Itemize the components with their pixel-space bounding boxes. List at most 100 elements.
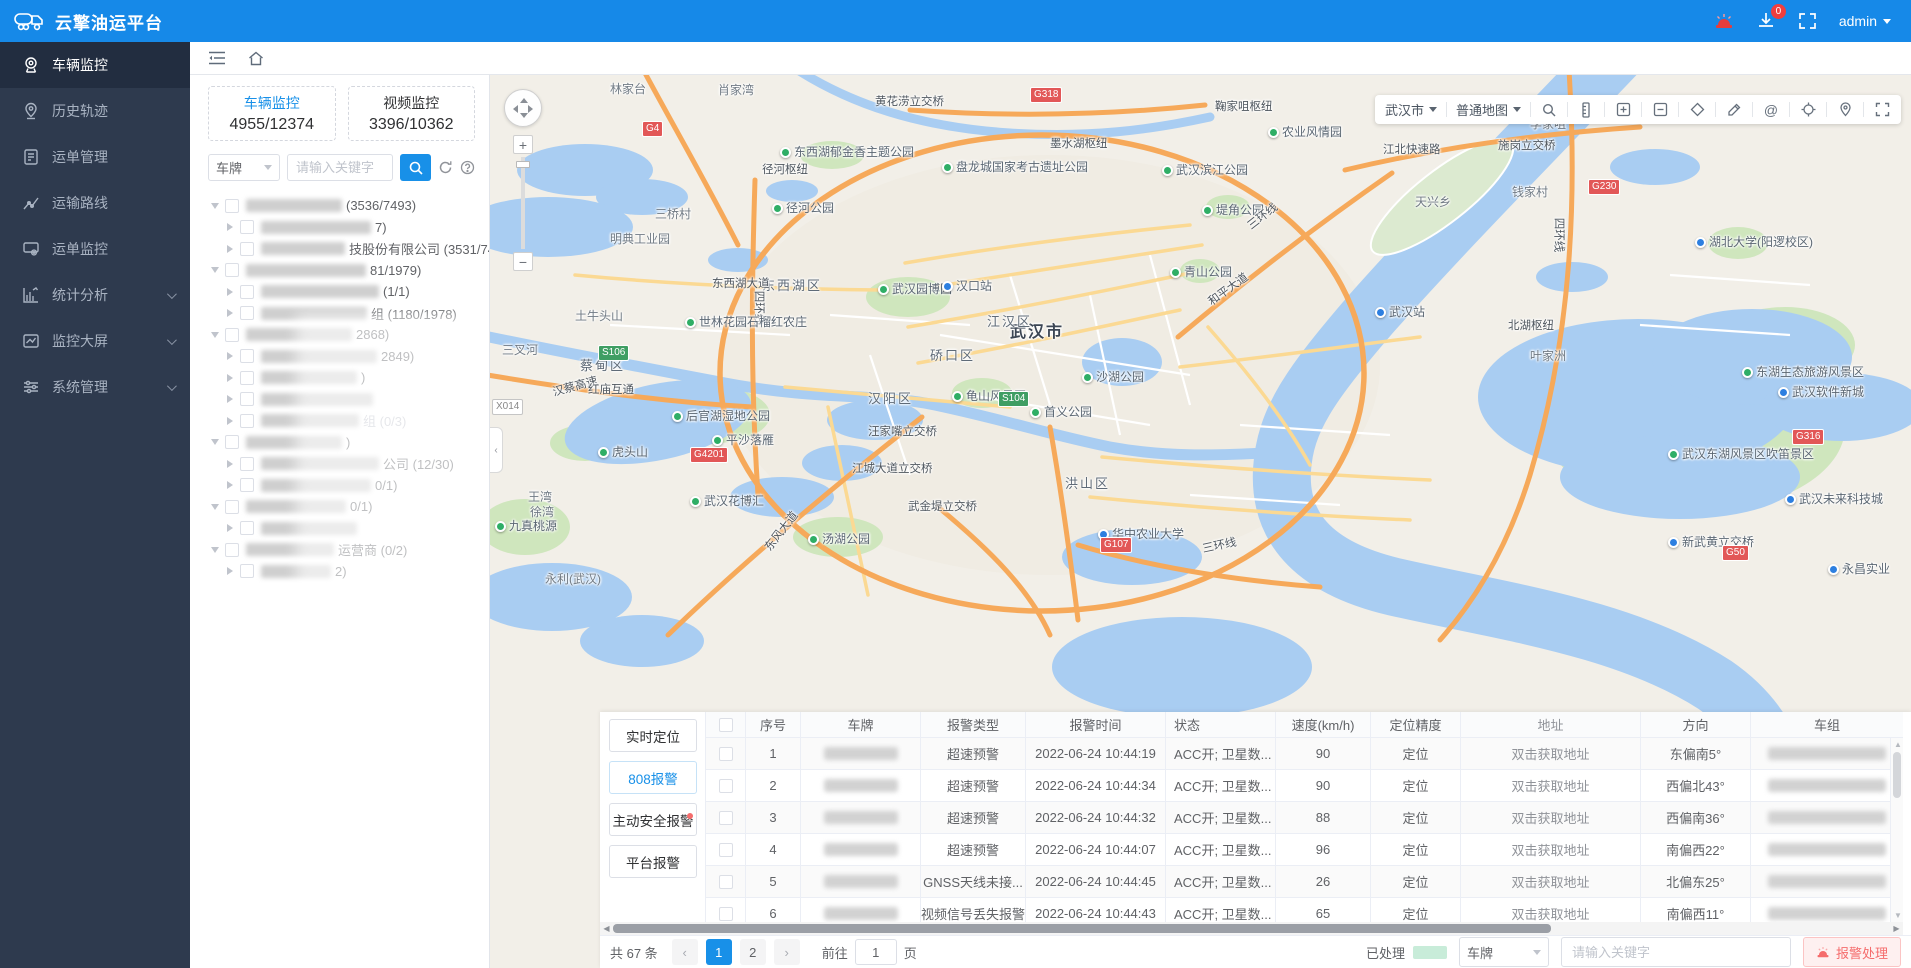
- tree-node[interactable]: ): [208, 432, 483, 454]
- tree-node[interactable]: ): [208, 367, 483, 389]
- panel-collapse-handle[interactable]: ‹: [490, 427, 503, 473]
- tree-node[interactable]: [208, 518, 483, 540]
- overview-icon[interactable]: @: [1762, 101, 1780, 119]
- table-row[interactable]: 6 视频信号丢失报警 2022-06-24 10:44:43 ACC开; 卫星数…: [706, 898, 1903, 922]
- collapse-menu-icon[interactable]: [208, 51, 226, 65]
- refresh-icon[interactable]: [438, 160, 453, 175]
- table-row[interactable]: 3 超速预警 2022-06-24 10:44:32 ACC开; 卫星数... …: [706, 802, 1903, 834]
- measure-ruler-icon[interactable]: [1577, 101, 1595, 119]
- column-header[interactable]: 地址: [1461, 712, 1641, 737]
- tree-node[interactable]: 2): [208, 561, 483, 583]
- tree-node[interactable]: [208, 389, 483, 411]
- siren-icon[interactable]: [1714, 12, 1734, 30]
- user-menu[interactable]: admin: [1839, 13, 1891, 29]
- tree-checkbox[interactable]: [225, 328, 239, 342]
- scroll-down-icon[interactable]: ▼: [1894, 911, 1902, 920]
- tree-expander-icon[interactable]: [223, 395, 237, 403]
- row-checkbox[interactable]: [719, 875, 733, 889]
- sidebar-item-waybill-monitor[interactable]: 运单监控: [0, 226, 190, 272]
- pan-left-icon[interactable]: [509, 105, 518, 113]
- column-header[interactable]: 车牌: [801, 712, 921, 737]
- tree-node[interactable]: 2868): [208, 324, 483, 346]
- tree-checkbox[interactable]: [225, 199, 239, 213]
- map-zoom-out-button[interactable]: −: [513, 252, 533, 271]
- zoom-out-icon[interactable]: [1651, 101, 1669, 119]
- alarm-tab[interactable]: 主动安全报警: [609, 803, 697, 836]
- table-row[interactable]: 1 超速预警 2022-06-24 10:44:19 ACC开; 卫星数... …: [706, 738, 1903, 770]
- sidebar-item-monitor-screen[interactable]: 监控大屏: [0, 318, 190, 364]
- tree-checkbox[interactable]: [240, 457, 254, 471]
- tree-expander-icon[interactable]: [223, 567, 237, 575]
- tree-checkbox[interactable]: [240, 414, 254, 428]
- tree-checkbox[interactable]: [225, 263, 239, 277]
- fullscreen-icon[interactable]: [1798, 12, 1817, 30]
- pan-up-icon[interactable]: [520, 94, 528, 103]
- tree-node[interactable]: 7): [208, 217, 483, 239]
- search-type-select[interactable]: 车牌: [208, 154, 280, 181]
- vertical-scroll-thumb[interactable]: [1893, 752, 1901, 798]
- row-checkbox[interactable]: [719, 779, 733, 793]
- zoom-in-icon[interactable]: [1614, 101, 1632, 119]
- cell-address[interactable]: 双击获取地址: [1461, 866, 1641, 897]
- tree-checkbox[interactable]: [240, 521, 254, 535]
- tree-expander-icon[interactable]: [223, 223, 237, 231]
- scroll-up-icon[interactable]: ▲: [1894, 740, 1902, 749]
- marker-pin-icon[interactable]: [1836, 101, 1854, 119]
- tree-node[interactable]: 运营商 (0/2): [208, 539, 483, 561]
- keyword-input[interactable]: [287, 154, 393, 181]
- tree-node[interactable]: (3536/7493): [208, 195, 483, 217]
- tree-expander-icon[interactable]: [208, 331, 222, 339]
- alarm-filter-select[interactable]: 车牌: [1459, 937, 1549, 967]
- download-icon[interactable]: 0: [1756, 12, 1776, 30]
- tree-expander-icon[interactable]: [208, 546, 222, 554]
- horizontal-scroll-thumb[interactable]: [613, 924, 1551, 933]
- tree-checkbox[interactable]: [225, 435, 239, 449]
- alarm-tab[interactable]: 808报警: [609, 761, 697, 794]
- row-checkbox[interactable]: [719, 747, 733, 761]
- table-row[interactable]: 2 超速预警 2022-06-24 10:44:34 ACC开; 卫星数... …: [706, 770, 1903, 802]
- tree-node[interactable]: 公司 (12/30): [208, 453, 483, 475]
- next-page-button[interactable]: ›: [774, 939, 800, 965]
- tree-checkbox[interactable]: [225, 543, 239, 557]
- tree-checkbox[interactable]: [240, 371, 254, 385]
- sidebar-item-statistics[interactable]: 统计分析: [0, 272, 190, 318]
- tree-expander-icon[interactable]: [208, 202, 222, 210]
- tree-checkbox[interactable]: [240, 306, 254, 320]
- map-type-select[interactable]: 普通地图: [1456, 100, 1521, 119]
- tree-expander-icon[interactable]: [223, 417, 237, 425]
- tree-checkbox[interactable]: [240, 392, 254, 406]
- tree-checkbox[interactable]: [240, 285, 254, 299]
- tree-expander-icon[interactable]: [208, 503, 222, 511]
- column-header[interactable]: 车组: [1751, 712, 1903, 737]
- column-header[interactable]: 速度(km/h): [1276, 712, 1371, 737]
- tree-node[interactable]: 2849): [208, 346, 483, 368]
- map-fullscreen-icon[interactable]: [1873, 101, 1891, 119]
- tree-node[interactable]: 技股份有限公司 (3531/7466): [208, 238, 483, 260]
- search-button[interactable]: [400, 154, 431, 181]
- tree-expander-icon[interactable]: [223, 524, 237, 532]
- city-select[interactable]: 武汉市: [1385, 100, 1437, 119]
- cell-address[interactable]: 双击获取地址: [1461, 834, 1641, 865]
- tree-expander-icon[interactable]: [223, 481, 237, 489]
- sidebar-item-history-track[interactable]: 历史轨迹: [0, 88, 190, 134]
- tree-expander-icon[interactable]: [208, 438, 222, 446]
- sidebar-item-waybill-manage[interactable]: 运单管理: [0, 134, 190, 180]
- cell-address[interactable]: 双击获取地址: [1461, 802, 1641, 833]
- tree-checkbox[interactable]: [240, 349, 254, 363]
- tree-expander-icon[interactable]: [208, 266, 222, 274]
- row-checkbox[interactable]: [719, 811, 733, 825]
- tree-checkbox[interactable]: [225, 500, 239, 514]
- row-checkbox[interactable]: [719, 843, 733, 857]
- eraser-icon[interactable]: [1688, 101, 1706, 119]
- alarm-tab[interactable]: 平台报警: [609, 845, 697, 878]
- goto-page-input[interactable]: [855, 939, 897, 965]
- column-header[interactable]: 方向: [1641, 712, 1751, 737]
- alarm-process-button[interactable]: 报警处理: [1803, 937, 1901, 967]
- select-all-checkbox[interactable]: [719, 718, 733, 732]
- column-header[interactable]: 报警时间: [1026, 712, 1166, 737]
- table-row[interactable]: 4 超速预警 2022-06-24 10:44:07 ACC开; 卫星数... …: [706, 834, 1903, 866]
- page-button-2[interactable]: 2: [740, 939, 766, 965]
- tab-video-monitor[interactable]: 视频监控 3396/10362: [348, 86, 476, 141]
- sidebar-item-system-manage[interactable]: 系统管理: [0, 364, 190, 410]
- scroll-right-icon[interactable]: ▶: [1890, 924, 1903, 933]
